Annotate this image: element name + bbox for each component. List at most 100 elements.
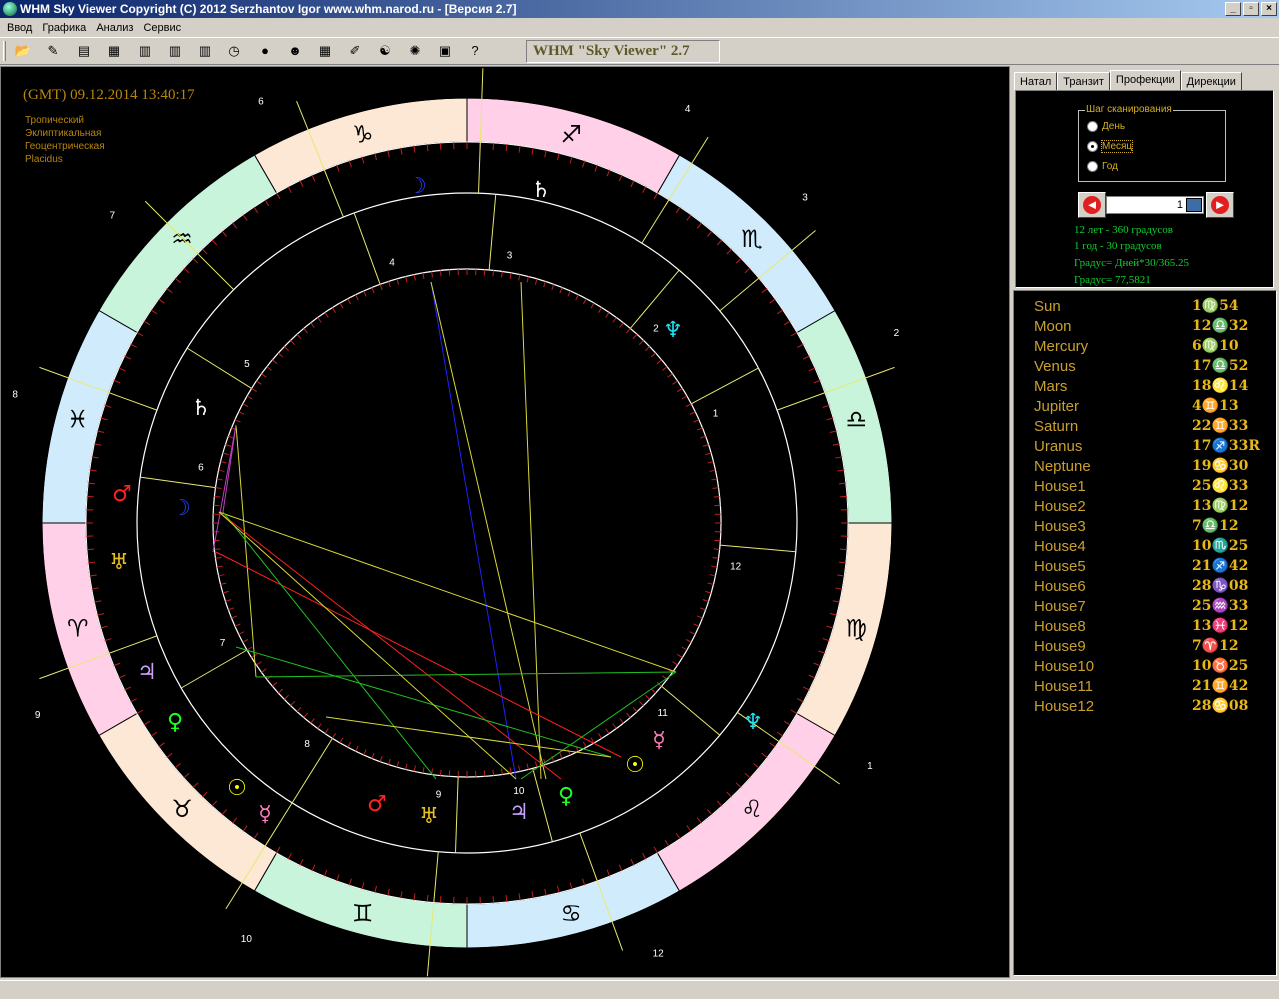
document-yellow-icon[interactable]: ▥ bbox=[196, 42, 214, 60]
computer-icon[interactable]: ▣ bbox=[436, 42, 454, 60]
position-value: 1♍54 bbox=[1192, 298, 1239, 314]
yin-yang-icon[interactable]: ☯ bbox=[376, 42, 394, 60]
calculator-icon[interactable] bbox=[1186, 198, 1202, 212]
edit-icon[interactable]: ✎ bbox=[44, 42, 62, 60]
minimize-button[interactable]: _ bbox=[1225, 2, 1241, 16]
document-red-icon[interactable]: ▥ bbox=[166, 42, 184, 60]
toolbar: 📂 ✎ ▤ ▦ ▥ ▥ ▥ ◷ ● ☻ ▦ ✐ ☯ ✺ ▣? WHM "Sky Viewer" 2.7 bbox=[0, 37, 1279, 65]
chart-area[interactable]: ♈♉♊♋♌♍♎♏♐♑♒♓1234567891011121234567891011… bbox=[0, 66, 1010, 978]
tab-strip: Натал Транзит Профекции Дирекции bbox=[1014, 70, 1242, 91]
open-folder-icon[interactable]: 📂 bbox=[14, 42, 32, 60]
inner-tick bbox=[713, 495, 720, 498]
step-value-input[interactable]: 1 bbox=[1106, 196, 1204, 214]
right-arrow-icon: ► bbox=[1211, 196, 1229, 214]
position-name: House5 bbox=[1034, 558, 1086, 575]
setting-house-system: Placidus bbox=[25, 154, 63, 165]
position-value: 28♑08 bbox=[1192, 578, 1249, 594]
toolbar-grip[interactable] bbox=[3, 41, 6, 61]
radio-month[interactable]: Месяц bbox=[1087, 140, 1134, 153]
position-name: Moon bbox=[1034, 318, 1072, 335]
tab-profections[interactable]: Профекции bbox=[1109, 70, 1181, 91]
radio-year-label: Год bbox=[1102, 161, 1118, 172]
document-blue-icon[interactable]: ▤ bbox=[75, 42, 93, 60]
menu-service[interactable]: Сервис bbox=[138, 22, 186, 34]
document-green-icon[interactable]: ▥ bbox=[136, 42, 154, 60]
tab-directions[interactable]: Дирекции bbox=[1180, 72, 1242, 91]
position-value: 13♍12 bbox=[1192, 498, 1249, 514]
tab-transit[interactable]: Транзит bbox=[1057, 72, 1110, 91]
menu-analysis[interactable]: Анализ bbox=[91, 22, 138, 34]
help-icon[interactable]: ? bbox=[466, 42, 484, 60]
position-row-neptune: Neptune 19♋30 bbox=[1014, 456, 1276, 476]
next-step-button[interactable]: ► bbox=[1206, 192, 1234, 218]
inner-tick bbox=[439, 769, 442, 776]
outer-house-number: 4 bbox=[685, 104, 691, 115]
planet-glyph-jupiter-2: ♃ bbox=[137, 660, 157, 685]
position-value: 25♒33 bbox=[1192, 598, 1249, 614]
position-row-house4: House4 10♏25 bbox=[1014, 536, 1276, 556]
position-value: 21♊42 bbox=[1192, 678, 1249, 694]
position-row-house3: House3 7♎12 bbox=[1014, 516, 1276, 536]
position-value: 28♋08 bbox=[1192, 698, 1249, 714]
prev-step-button[interactable]: ◄ bbox=[1078, 192, 1106, 218]
menu-input[interactable]: Ввод bbox=[2, 22, 37, 34]
planet-glyph-mars-2: ♂ bbox=[112, 482, 132, 507]
radio-month-circle[interactable] bbox=[1087, 141, 1098, 152]
right-panel: Натал Транзит Профекции Дирекции Шаг ска… bbox=[1012, 66, 1279, 978]
planet-glyph-mars: ♂ bbox=[367, 792, 387, 817]
sign-glyph-libra: ♎ bbox=[846, 406, 868, 434]
position-value: 18♌14 bbox=[1192, 378, 1249, 394]
position-value: 12♎32 bbox=[1192, 318, 1249, 334]
radio-year[interactable]: Год bbox=[1087, 161, 1118, 172]
outer-house-number: 2 bbox=[894, 328, 900, 339]
clock-icon[interactable]: ◷ bbox=[225, 42, 243, 60]
notes-icon[interactable]: ▦ bbox=[105, 42, 123, 60]
natal-chart-wheel[interactable]: ♈♉♊♋♌♍♎♏♐♑♒♓1234567891011121234567891011… bbox=[1, 67, 1009, 977]
position-name: Sun bbox=[1034, 298, 1061, 315]
position-row-house6: House6 28♑08 bbox=[1014, 576, 1276, 596]
outer-house-number: 3 bbox=[802, 193, 808, 204]
radio-day-label: День bbox=[1102, 121, 1126, 132]
title-bar: WHM Sky Viewer Copyright (C) 2012 Serzha… bbox=[0, 0, 1279, 18]
middle-house-number: 6 bbox=[198, 462, 204, 473]
position-row-uranus: Uranus 17♐33R bbox=[1014, 436, 1276, 456]
radio-year-circle[interactable] bbox=[1087, 161, 1098, 172]
planet-glyph-uranus-2: ♅ bbox=[109, 550, 129, 575]
radio-day[interactable]: День bbox=[1087, 121, 1125, 132]
planet-glyph-venus-2: ♀ bbox=[167, 710, 183, 735]
scan-step-group: Шаг сканирования День Месяц Год bbox=[1078, 104, 1226, 182]
position-name: Saturn bbox=[1034, 418, 1079, 435]
planet-glyph-neptune: ♆ bbox=[663, 318, 683, 343]
step-value-text: 1 bbox=[1176, 199, 1183, 211]
position-name: House4 bbox=[1034, 538, 1086, 555]
position-value: 25♌33 bbox=[1192, 478, 1249, 494]
sign-glyph-leo: ♌ bbox=[741, 795, 763, 823]
position-row-moon: Moon 12♎32 bbox=[1014, 316, 1276, 336]
tab-natal[interactable]: Натал bbox=[1014, 72, 1058, 91]
calendar-icon[interactable]: ▦ bbox=[316, 42, 334, 60]
globe-icon[interactable]: ✺ bbox=[406, 42, 424, 60]
left-arrow-icon: ◄ bbox=[1083, 196, 1101, 214]
position-name: House6 bbox=[1034, 578, 1086, 595]
people-icon[interactable]: ☻ bbox=[286, 42, 304, 60]
middle-house-number: 9 bbox=[436, 790, 442, 801]
radio-day-circle[interactable] bbox=[1087, 121, 1098, 132]
position-row-house2: House2 13♍12 bbox=[1014, 496, 1276, 516]
middle-house-number: 11 bbox=[657, 708, 668, 719]
outer-house-number: 8 bbox=[12, 389, 18, 400]
position-name: Uranus bbox=[1034, 438, 1083, 455]
pen-icon[interactable]: ✐ bbox=[346, 42, 364, 60]
close-button[interactable]: × bbox=[1261, 2, 1277, 16]
menu-graphics[interactable]: Графика bbox=[37, 22, 91, 34]
sign-glyph-sagittarius: ♐ bbox=[561, 121, 583, 149]
position-value: 22♊33 bbox=[1192, 418, 1249, 434]
position-row-mars: Mars 18♌14 bbox=[1014, 376, 1276, 396]
middle-house-number: 1 bbox=[713, 408, 719, 419]
planet-glyph-moon-2: ☽ bbox=[171, 496, 191, 521]
position-row-house10: House10 10♉25 bbox=[1014, 656, 1276, 676]
restore-button[interactable]: ▫ bbox=[1243, 2, 1259, 16]
middle-house-number: 7 bbox=[220, 638, 226, 649]
outer-house-number: 12 bbox=[653, 948, 665, 959]
coins-icon[interactable]: ● bbox=[256, 42, 274, 60]
inner-tick bbox=[492, 270, 495, 277]
